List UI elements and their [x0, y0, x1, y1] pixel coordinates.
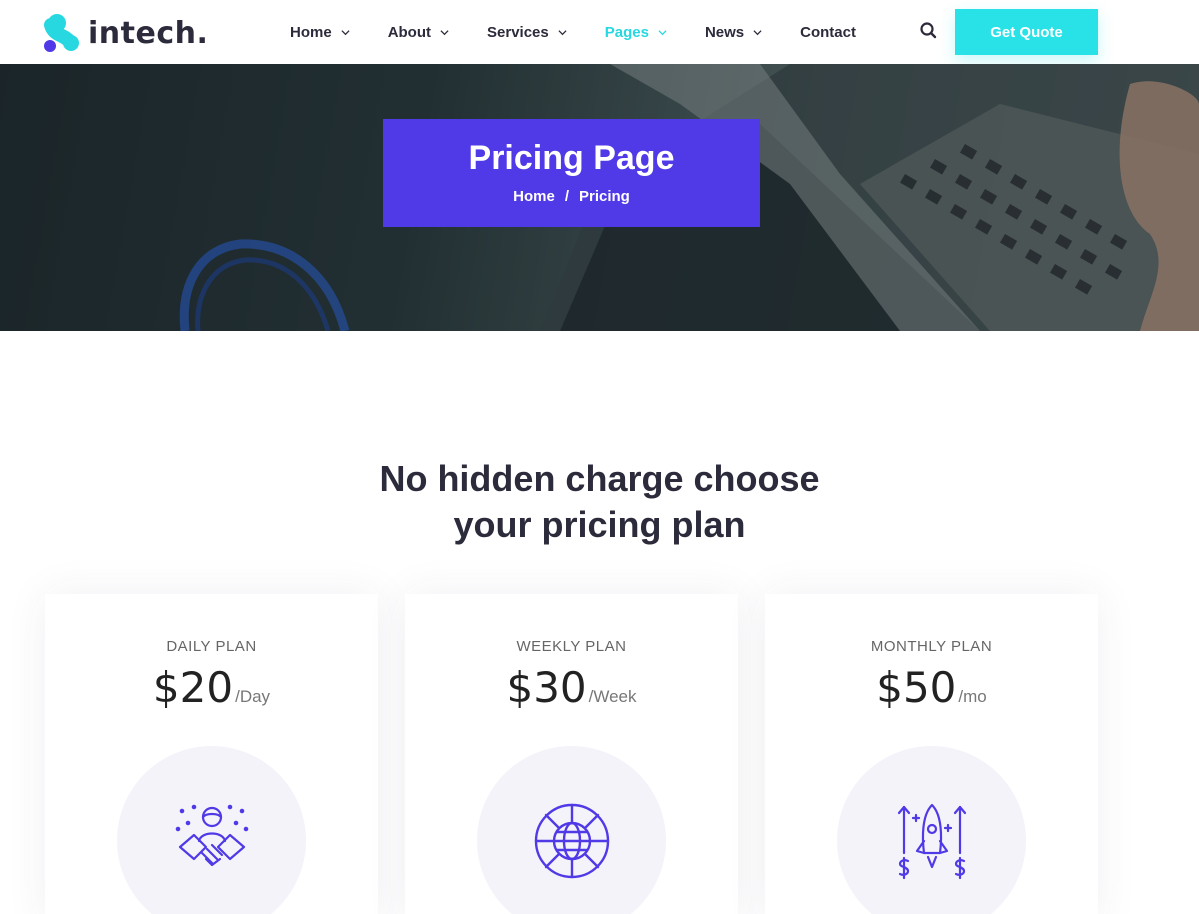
nav-item-about[interactable]: About: [388, 24, 449, 41]
nav-item-home[interactable]: Home: [290, 24, 350, 41]
price-period: /Week: [588, 687, 637, 706]
globe-icon: [534, 803, 609, 878]
breadcrumb-home-link[interactable]: Home: [513, 188, 555, 205]
rocket-icon: [897, 803, 966, 879]
plan-icon-circle: [837, 746, 1026, 914]
handshake-icon: [175, 804, 248, 866]
get-quote-button[interactable]: Get Quote: [955, 9, 1098, 55]
chevron-down-icon: [440, 29, 449, 35]
site-header: intech. Home About Services Pages News C…: [0, 0, 1199, 64]
plan-icon-circle: [477, 746, 666, 914]
plan-name: DAILY PLAN: [166, 638, 257, 655]
hero-title-box: Pricing Page Home / Pricing: [383, 119, 760, 227]
nav-item-label: Contact: [800, 23, 856, 41]
heading-line-1: No hidden charge choose: [379, 458, 820, 499]
plan-name: WEEKLY PLAN: [516, 638, 627, 655]
price-amount: $30: [506, 663, 587, 712]
price-amount: $20: [152, 663, 234, 712]
plan-name: MONTHLY PLAN: [870, 638, 993, 655]
breadcrumb-separator: /: [564, 188, 569, 205]
heading-line-2: your pricing plan: [453, 504, 746, 545]
plan-price: $50 /mo: [765, 663, 1098, 712]
breadcrumb: Home / Pricing: [383, 188, 760, 205]
nav-item-label: Services: [487, 23, 549, 41]
chevron-down-icon: [558, 29, 567, 35]
plan-icon-circle: [117, 746, 306, 914]
nav-item-pages[interactable]: Pages: [605, 24, 667, 41]
logo-wordmark: intech.: [88, 15, 209, 51]
logo-mark-icon: [44, 12, 84, 54]
pricing-card-weekly: WEEKLY PLAN $30 /Week: [405, 594, 738, 914]
plan-price: $20 /Day: [45, 663, 378, 712]
nav-item-contact[interactable]: Contact: [800, 24, 856, 41]
breadcrumb-current: Pricing: [579, 188, 630, 205]
chevron-down-icon: [658, 29, 667, 35]
pricing-card-daily: DAILY PLAN $20 /Day: [45, 594, 378, 914]
pricing-card-monthly: MONTHLY PLAN $50 /mo: [765, 594, 1098, 914]
section-heading: No hidden charge choose your pricing pla…: [0, 456, 1199, 548]
nav-item-label: About: [387, 23, 432, 41]
nav-item-news[interactable]: News: [705, 24, 762, 41]
page-hero: Pricing Page Home / Pricing: [0, 64, 1199, 331]
chevron-down-icon: [753, 29, 762, 35]
page-title: Pricing Page: [468, 139, 675, 177]
plan-price: $30 /Week: [405, 663, 738, 712]
heading-line-2-wrap: your pricing plan: [453, 502, 746, 548]
logo[interactable]: intech.: [44, 12, 208, 54]
search-icon[interactable]: [918, 20, 940, 42]
nav-item-label: News: [704, 23, 745, 41]
price-period: /Day: [235, 687, 271, 706]
price-amount: $50: [876, 663, 957, 712]
main-nav: Home About Services Pages News Contact: [290, 0, 894, 64]
price-period: /mo: [958, 687, 987, 706]
chevron-down-icon: [341, 29, 350, 35]
nav-item-label: Pages: [604, 23, 649, 41]
nav-item-label: Home: [290, 23, 332, 41]
nav-item-services[interactable]: Services: [487, 24, 567, 41]
